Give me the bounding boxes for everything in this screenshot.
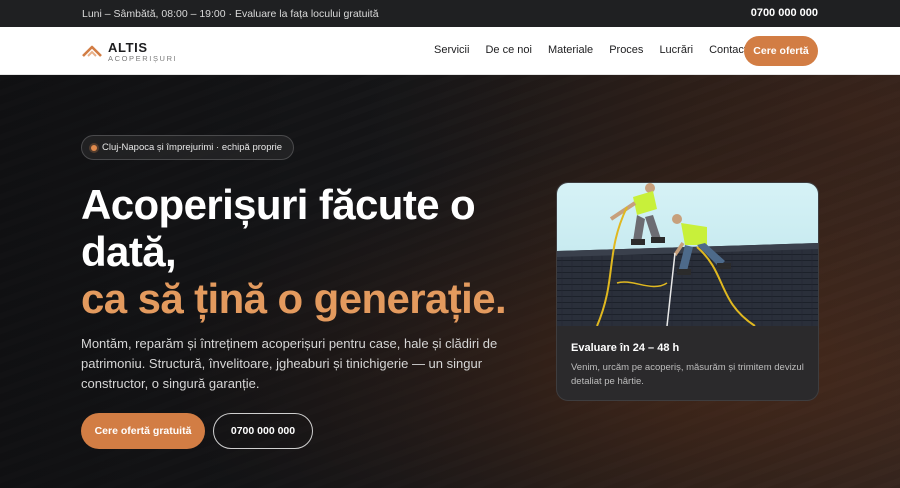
brand-name: ALTIS xyxy=(108,40,148,55)
main-navigation: ALTIS ACOPERIȘURI Servicii De ce noi Mat… xyxy=(0,27,900,75)
brand-subtitle: ACOPERIȘURI xyxy=(108,54,178,63)
request-quote-button[interactable]: Cere ofertă xyxy=(744,36,818,66)
nav-item-materiale[interactable]: Materiale xyxy=(548,44,593,56)
topbar-phone-link[interactable]: 0700 000 000 xyxy=(751,7,818,19)
hero-heading-line-2: dată, xyxy=(81,228,177,275)
hero-heading: Acoperișuri făcute o dată, ca să țină o … xyxy=(81,181,551,322)
nav-item-servicii[interactable]: Servicii xyxy=(434,44,469,56)
card-description: Venim, urcăm pe acoperiș, măsurăm și tri… xyxy=(571,362,804,387)
hero-heading-highlight: ca să țină o generație. xyxy=(81,275,507,322)
card-title: Evaluare în 24 – 48 h xyxy=(571,342,680,354)
nav-menu: Servicii De ce noi Materiale Proces Lucr… xyxy=(434,44,763,56)
hero-heading-line-1: Acoperișuri făcute o xyxy=(81,181,476,228)
hero-section: Cluj-Napoca și împrejurimi · echipă prop… xyxy=(0,75,900,488)
location-badge: Cluj-Napoca și împrejurimi · echipă prop… xyxy=(81,135,295,160)
evaluation-card: Evaluare în 24 – 48 h Venim, urcăm pe ac… xyxy=(556,182,819,401)
nav-item-contact[interactable]: Contact xyxy=(709,44,747,56)
top-info-bar: Luni – Sâmbătă, 08:00 – 19:00 · Evaluare… xyxy=(0,0,900,27)
location-badge-text: Cluj-Napoca și împrejurimi · echipă prop… xyxy=(102,142,283,153)
roofers-photo xyxy=(557,183,818,326)
call-phone-button[interactable]: 0700 000 000 xyxy=(213,413,313,449)
free-quote-button[interactable]: Cere ofertă gratuită xyxy=(81,413,205,449)
roof-logo-icon xyxy=(82,45,102,57)
nav-item-de-ce-noi[interactable]: De ce noi xyxy=(485,44,531,56)
nav-item-lucrari[interactable]: Lucrări xyxy=(659,44,693,56)
nav-item-proces[interactable]: Proces xyxy=(609,44,643,56)
business-hours: Luni – Sâmbătă, 08:00 – 19:00 · Evaluare… xyxy=(82,8,379,20)
hero-description: Montăm, reparăm și întreținem acoperișur… xyxy=(81,336,498,391)
status-dot-icon xyxy=(91,145,97,151)
